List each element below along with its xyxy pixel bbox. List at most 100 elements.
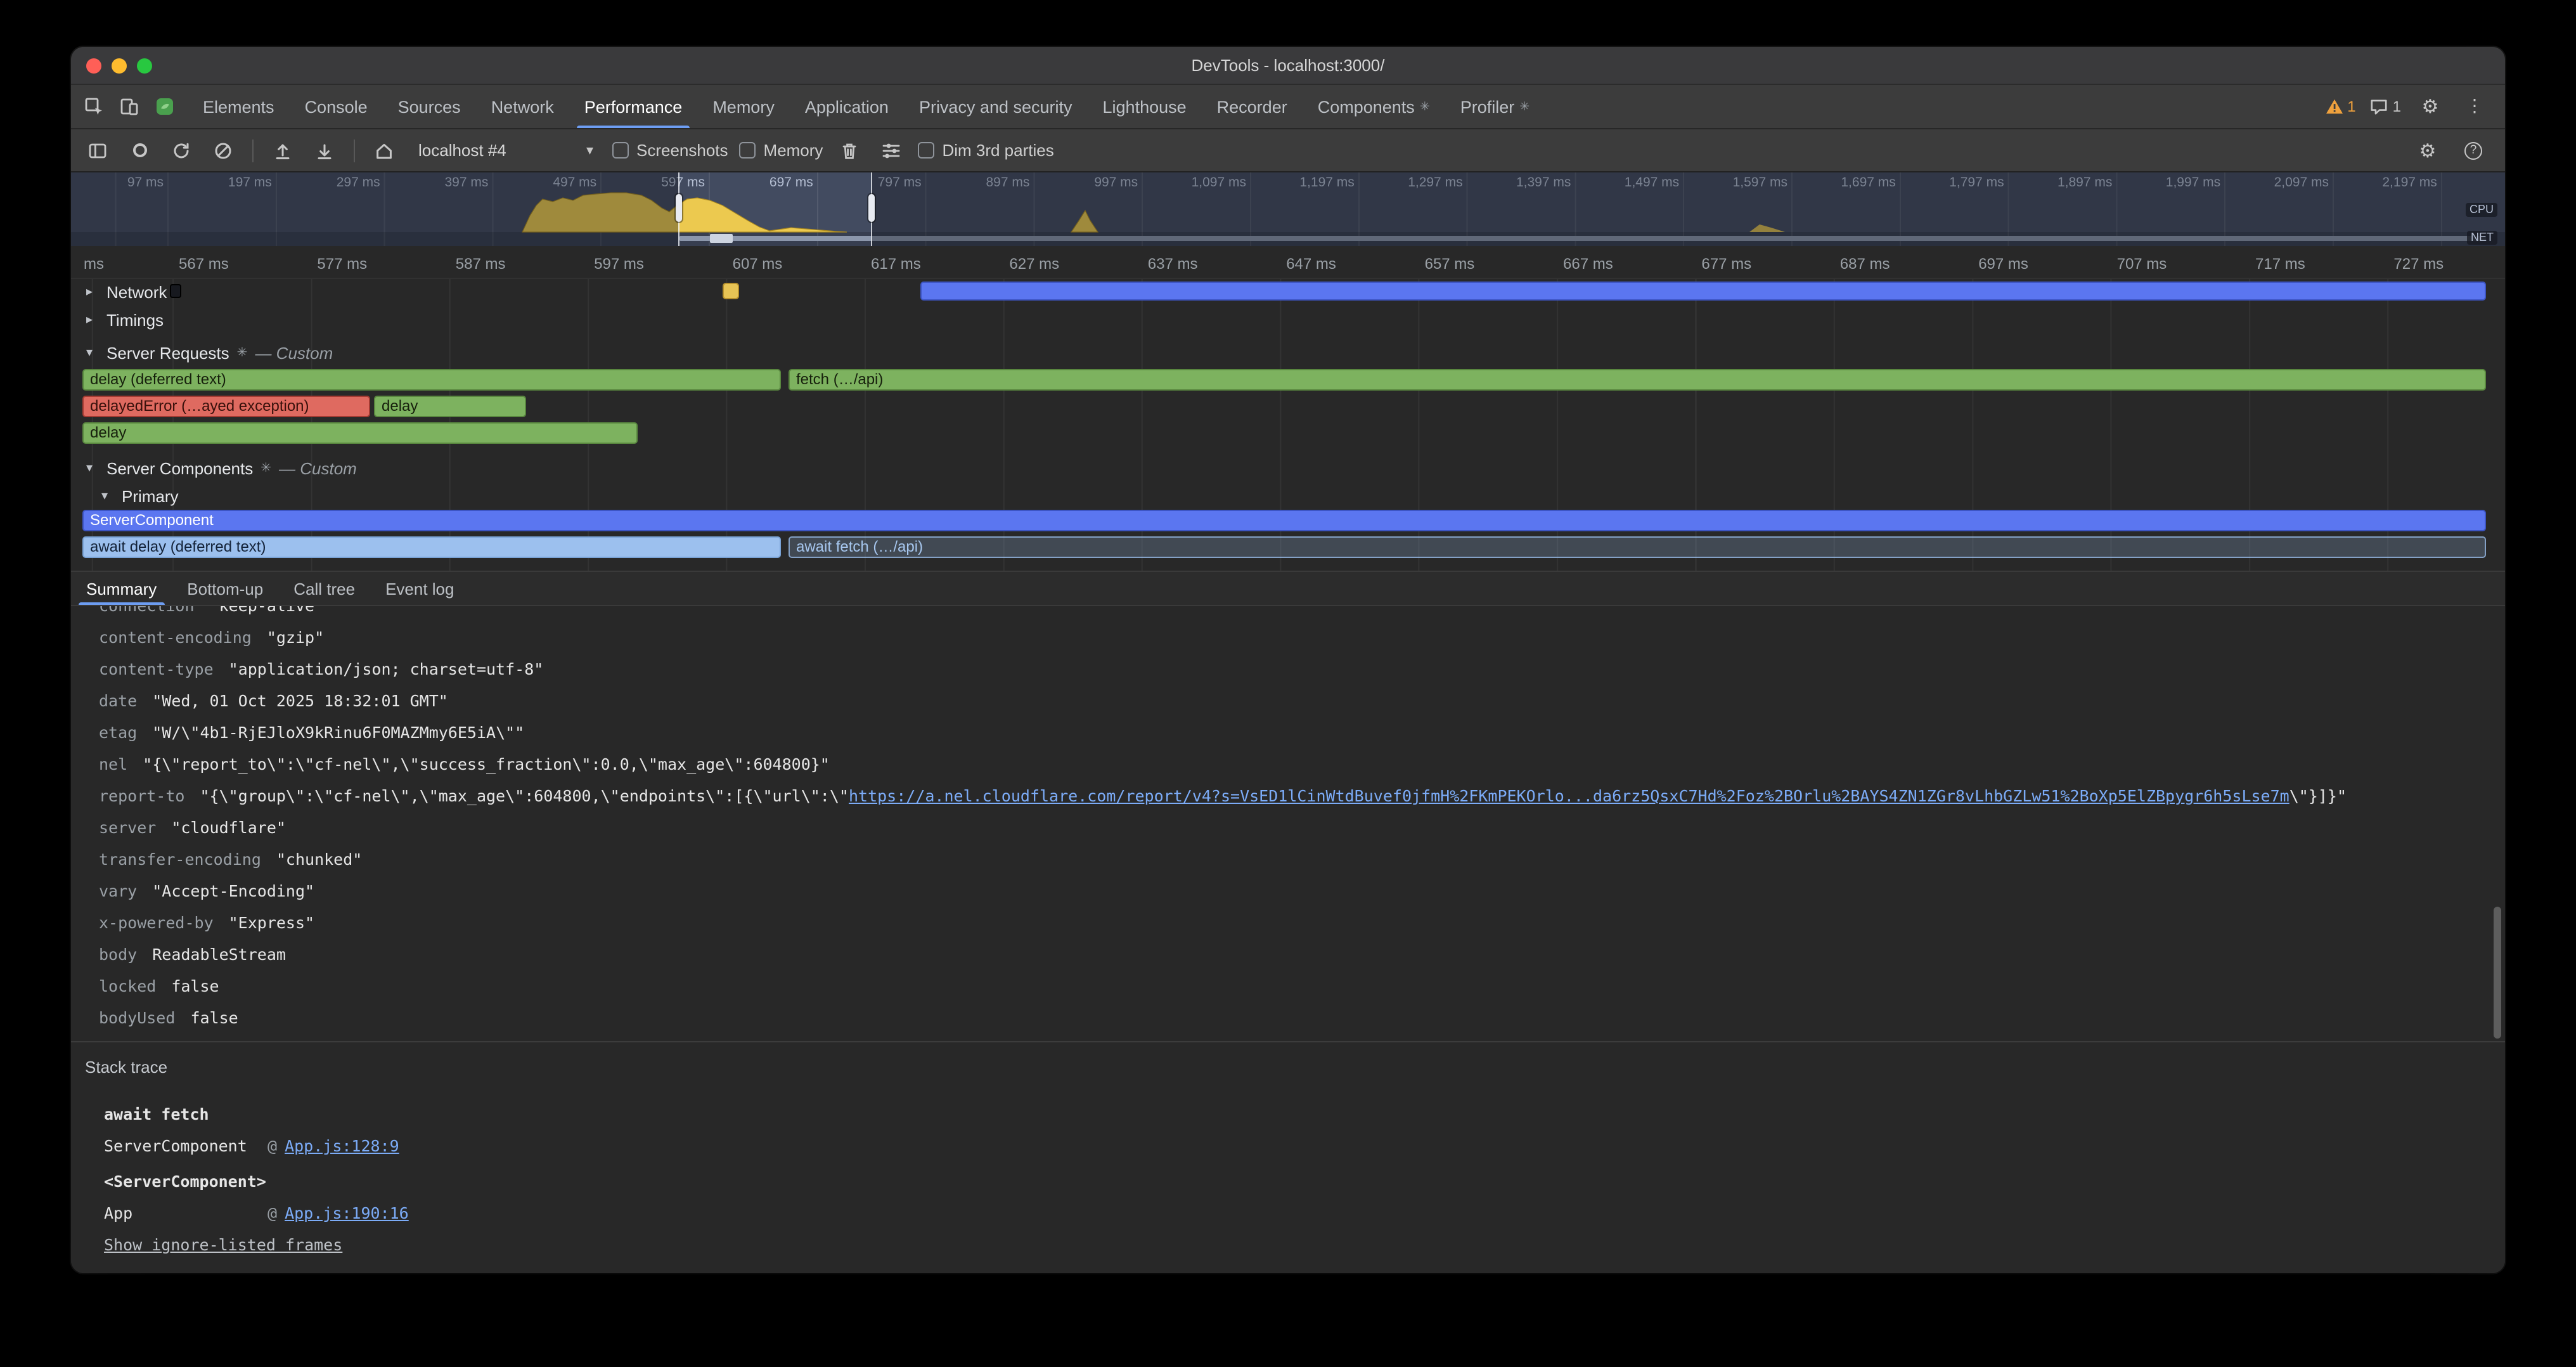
source-link[interactable]: App.js:190:16: [285, 1203, 409, 1222]
collapse-triangle-icon[interactable]: ▸: [86, 285, 99, 299]
event-bar-await-fetch[interactable]: await fetch (…/api): [789, 536, 2486, 558]
server-components-track-label[interactable]: ▾ Server Components ✳ — Custom: [71, 456, 357, 481]
history-dropdown[interactable]: localhost #4 ▾: [411, 141, 601, 160]
record-and-reload-button[interactable]: [166, 135, 196, 165]
record-circle-icon: [132, 143, 146, 157]
header-row: x-powered-by"Express": [99, 907, 2467, 938]
toggle-sidebar-button[interactable]: [82, 135, 113, 165]
issues-count: 1: [2393, 98, 2401, 115]
show-ignore-listed-frames-link[interactable]: Show ignore-listed frames: [104, 1233, 342, 1258]
checkbox-box: [740, 142, 756, 159]
event-bar-delay-2[interactable]: delay: [374, 396, 526, 417]
collapse-triangle-icon[interactable]: ▸: [86, 313, 99, 327]
event-bar-fetch-api[interactable]: fetch (…/api): [789, 369, 2486, 391]
overview-handle-left[interactable]: [676, 194, 682, 222]
warnings-indicator[interactable]: 1: [2324, 98, 2355, 115]
tab-application[interactable]: Application: [790, 85, 904, 128]
tab-event-log[interactable]: Event log: [370, 572, 469, 605]
event-bar-delay-deferred[interactable]: delay (deferred text): [82, 369, 781, 391]
ruler-time-label: 647 ms: [1286, 255, 1336, 273]
tab-sources[interactable]: Sources: [383, 85, 476, 128]
tab-recorder[interactable]: Recorder: [1202, 85, 1303, 128]
tab-network[interactable]: Network: [476, 85, 569, 128]
tab-performance[interactable]: Performance: [569, 85, 698, 128]
header-value: "W/\"4b1-RjEJloX9kRinu6F0MAZMmy6E5iA\"": [152, 723, 524, 742]
custom-panel-badge-icon: ✳: [1519, 100, 1530, 113]
zoom-button[interactable]: [137, 58, 152, 73]
network-request-short-bar[interactable]: [723, 283, 739, 299]
tab-label: Sources: [398, 97, 461, 116]
titlebar[interactable]: DevTools - localhost:3000/: [71, 47, 2505, 85]
stack-frame-1: ServerComponent@App.js:128:9: [104, 1134, 399, 1159]
tab-console[interactable]: Console: [290, 85, 383, 128]
inspect-element-button[interactable]: [79, 91, 109, 122]
expand-triangle-icon[interactable]: ▾: [101, 489, 114, 503]
memory-checkbox[interactable]: Memory: [740, 141, 823, 160]
event-bar-delayed-error[interactable]: delayedError (…ayed exception): [82, 396, 370, 417]
kebab-menu-icon[interactable]: ⋮: [2459, 91, 2490, 122]
event-bar-delay-3[interactable]: delay: [82, 422, 638, 444]
extension-icon[interactable]: [150, 91, 180, 122]
tab-bottom-up[interactable]: Bottom-up: [172, 572, 278, 605]
server-component-row: ServerComponent: [71, 510, 2505, 531]
minimize-button[interactable]: [112, 58, 127, 73]
tab-memory[interactable]: Memory: [697, 85, 790, 128]
frame-at: @: [267, 1203, 277, 1222]
expand-triangle-icon[interactable]: ▾: [86, 462, 99, 476]
header-value: "keep-alive": [210, 606, 325, 615]
tab-label: Privacy and security: [919, 97, 1072, 116]
network-track-label[interactable]: ▸ Network: [71, 280, 167, 305]
tab-privacy-and-security[interactable]: Privacy and security: [904, 85, 1088, 128]
tab-label: Console: [305, 97, 368, 116]
devtools-tabbar: Elements Console Sources NetworkPerformance…: [71, 85, 2505, 129]
tab-call-tree[interactable]: Call tree: [278, 572, 370, 605]
dim-third-parties-label: Dim 3rd parties: [942, 141, 1053, 160]
header-row: server"cloudflare": [99, 812, 2467, 843]
scrollbar-thumb[interactable]: [2494, 907, 2501, 1039]
event-bar-await-delay[interactable]: await delay (deferred text): [82, 536, 781, 558]
panel-tabs: Elements Console Sources NetworkPerformance…: [188, 85, 2309, 128]
header-name: body: [99, 945, 137, 964]
event-bar-server-component[interactable]: ServerComponent: [82, 510, 2486, 531]
timeline-overview[interactable]: 97 ms197 ms297 ms397 ms497 ms597 ms697 m…: [71, 172, 2505, 246]
settings-gear-icon[interactable]: ⚙: [2415, 91, 2445, 122]
collect-garbage-button[interactable]: [834, 135, 865, 165]
tab-profiler[interactable]: Profiler✳: [1445, 85, 1545, 128]
checkbox-box: [612, 142, 629, 159]
server-requests-row-3: delay: [71, 422, 2505, 444]
tab-label: Event log: [385, 579, 454, 598]
tab-lighthouse[interactable]: Lighthouse: [1088, 85, 1202, 128]
record-button[interactable]: [124, 135, 155, 165]
live-metrics-home-button[interactable]: [369, 135, 399, 165]
cpu-strip-label: CPU: [2466, 203, 2497, 217]
capture-settings-gear-icon[interactable]: ⚙: [2412, 135, 2443, 165]
help-button[interactable]: ?: [2458, 135, 2489, 165]
primary-subtrack-label[interactable]: ▾ Primary: [71, 484, 179, 509]
network-request-chip[interactable]: [170, 284, 181, 298]
tab-components[interactable]: Components✳: [1303, 85, 1445, 128]
capture-settings-button[interactable]: [876, 135, 906, 165]
device-toolbar-button[interactable]: [114, 91, 145, 122]
ruler-time-label: 687 ms: [1840, 255, 1890, 273]
clear-button[interactable]: [208, 135, 238, 165]
custom-panel-badge-icon: ✳: [1420, 100, 1430, 113]
tab-elements[interactable]: Elements: [188, 85, 290, 128]
close-button[interactable]: [86, 58, 101, 73]
issues-indicator[interactable]: 1: [2370, 98, 2401, 115]
source-link[interactable]: App.js:128:9: [285, 1136, 399, 1155]
overview-handle-right[interactable]: [868, 194, 875, 222]
header-row: etag"W/\"4b1-RjEJloX9kRinu6F0MAZMmy6E5iA…: [99, 716, 2467, 748]
timings-track-label[interactable]: ▸ Timings: [71, 308, 164, 333]
save-profile-button[interactable]: [309, 135, 340, 165]
track-title: Server Components: [106, 459, 253, 478]
tab-summary[interactable]: Summary: [71, 572, 172, 605]
header-value-link[interactable]: https://a.nel.cloudflare.com/report/v4?s…: [849, 786, 2289, 805]
header-row: bodyUsedfalse: [99, 1002, 2467, 1033]
network-request-long-bar[interactable]: [920, 282, 2486, 301]
server-requests-row-1: delay (deferred text) fetch (…/api): [71, 369, 2505, 391]
expand-triangle-icon[interactable]: ▾: [86, 346, 99, 360]
dim-third-parties-checkbox[interactable]: Dim 3rd parties: [918, 141, 1053, 160]
screenshots-checkbox[interactable]: Screenshots: [612, 141, 728, 160]
server-requests-track-label[interactable]: ▾ Server Requests ✳ — Custom: [71, 340, 333, 366]
load-profile-button[interactable]: [267, 135, 298, 165]
